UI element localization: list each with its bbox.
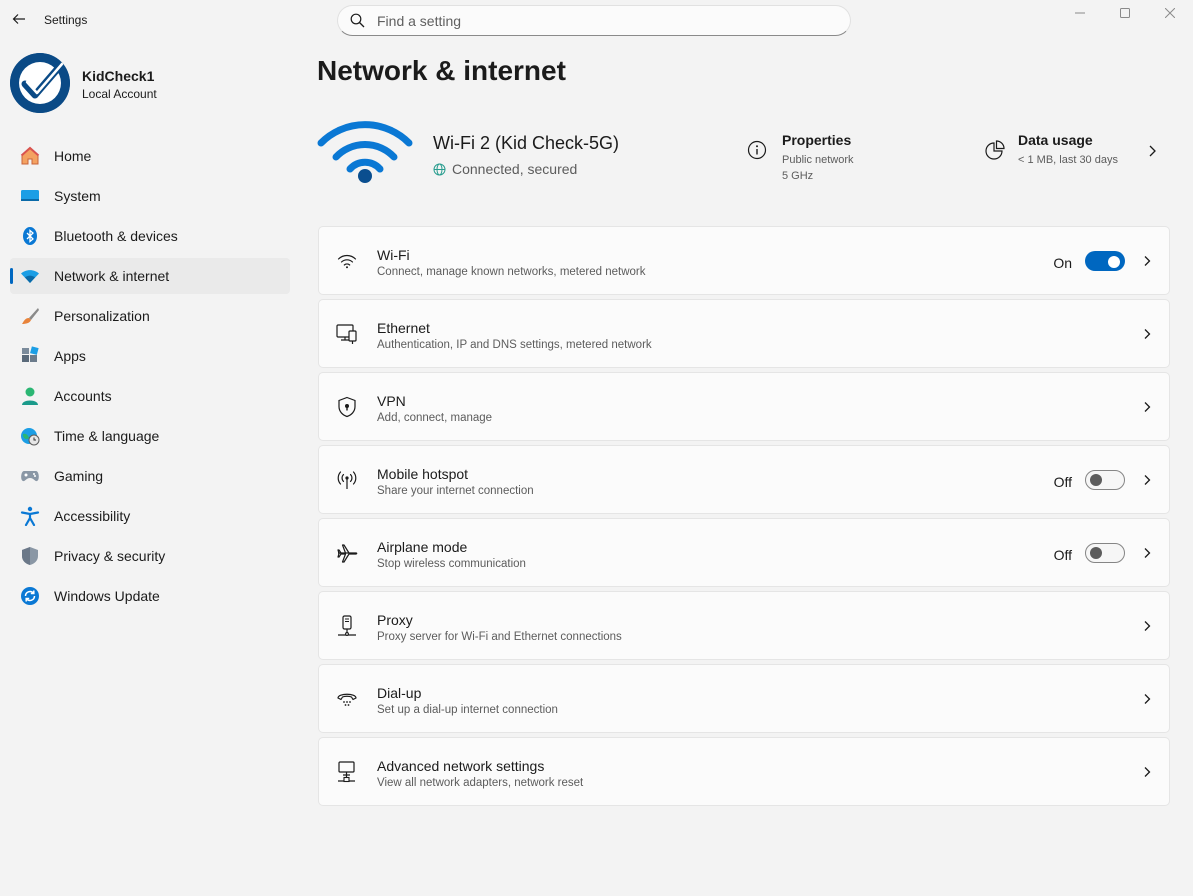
card-proxy[interactable]: Proxy Proxy server for Wi-Fi and Etherne… [318,591,1170,660]
accessibility-icon [20,506,40,526]
chevron-right-icon [1139,253,1155,269]
chevron-right-icon [1139,764,1155,780]
search-icon [350,13,365,28]
sidebar-item-accounts[interactable]: Accounts [10,378,290,414]
chevron-right-icon [1139,399,1155,415]
info-icon [747,140,767,160]
vpn-shield-icon [336,396,358,418]
accounts-icon [20,386,40,406]
apps-icon [20,346,40,366]
globe-clock-icon [20,426,40,446]
chevron-right-icon [1139,472,1155,488]
kidcheck-logo-icon [10,53,70,113]
settings-list: Wi-Fi Connect, manage known networks, me… [318,226,1170,810]
back-arrow-icon [12,14,25,24]
account-type: Local Account [82,87,157,101]
back-button[interactable] [8,8,30,30]
search-input[interactable] [377,12,817,29]
sidebar-item-apps[interactable]: Apps [10,338,290,374]
sidebar-item-accessibility[interactable]: Accessibility [10,498,290,534]
maximize-icon [1120,8,1130,18]
chevron-right-icon [1149,145,1156,157]
page-title: Network & internet [317,55,566,86]
sidebar-item-bluetooth[interactable]: Bluetooth & devices [10,218,290,254]
maximize-button[interactable] [1102,0,1148,26]
sidebar-nav: Home System Bluetooth & devices Network … [10,138,290,618]
sidebar-item-system[interactable]: System [10,178,290,214]
chevron-right-icon [1139,326,1155,342]
shield-icon [20,546,40,566]
wifi-state: On [1053,255,1072,271]
sidebar-item-personalization[interactable]: Personalization [10,298,290,334]
account-name: KidCheck1 [82,68,155,84]
chevron-right-icon [1139,618,1155,634]
update-icon [20,586,40,606]
connection-status: Connected, secured [433,161,577,177]
system-icon [20,186,40,206]
globe-icon [433,163,446,175]
chevron-right-icon [1139,691,1155,707]
account-header[interactable]: KidCheck1 Local Account [10,53,290,113]
proxy-icon [336,615,358,637]
pie-chart-icon [985,140,1005,160]
brush-icon [20,306,40,326]
wifi-icon [336,250,358,272]
airplane-icon [336,542,358,564]
airplane-toggle[interactable] [1085,543,1125,563]
wifi-toggle[interactable] [1085,251,1125,271]
sidebar-item-network[interactable]: Network & internet [10,258,290,294]
card-advanced-network[interactable]: Advanced network settings View all netwo… [318,737,1170,806]
app-title: Settings [44,13,88,27]
search-box[interactable] [337,5,851,36]
hotspot-toggle[interactable] [1085,470,1125,490]
close-button[interactable] [1147,0,1193,26]
avatar [10,53,70,113]
airplane-state: Off [1053,547,1072,563]
connection-hero: Wi-Fi 2 (Kid Check-5G) Connected, secure… [317,115,1170,195]
sidebar-item-time-language[interactable]: Time & language [10,418,290,454]
card-vpn[interactable]: VPN Add, connect, manage [318,372,1170,441]
close-icon [1165,8,1175,18]
minimize-button[interactable] [1057,0,1103,26]
ethernet-icon [336,323,358,345]
home-icon [20,146,40,166]
title-bar: Settings [0,0,1193,40]
sidebar-item-home[interactable]: Home [10,138,290,174]
advanced-network-icon [336,761,358,783]
sidebar-item-gaming[interactable]: Gaming [10,458,290,494]
hotspot-icon [336,469,358,491]
network-icon [20,266,40,286]
sidebar-item-privacy-security[interactable]: Privacy & security [10,538,290,574]
card-wifi[interactable]: Wi-Fi Connect, manage known networks, me… [318,226,1170,295]
dialup-icon [336,688,358,710]
data-usage-link[interactable]: Data usage < 1 MB, last 30 days [985,132,1170,182]
card-ethernet[interactable]: Ethernet Authentication, IP and DNS sett… [318,299,1170,368]
gamepad-icon [20,466,40,486]
bluetooth-icon [20,226,40,246]
wifi-large-icon [317,121,413,183]
card-dial-up[interactable]: Dial-up Set up a dial-up internet connec… [318,664,1170,733]
card-airplane-mode[interactable]: Airplane mode Stop wireless communicatio… [318,518,1170,587]
chevron-right-icon [1139,545,1155,561]
card-mobile-hotspot[interactable]: Mobile hotspot Share your internet conne… [318,445,1170,514]
minimize-icon [1075,12,1085,14]
hotspot-state: Off [1053,474,1072,490]
sidebar-item-windows-update[interactable]: Windows Update [10,578,290,614]
network-name: Wi-Fi 2 (Kid Check-5G) [433,133,620,153]
